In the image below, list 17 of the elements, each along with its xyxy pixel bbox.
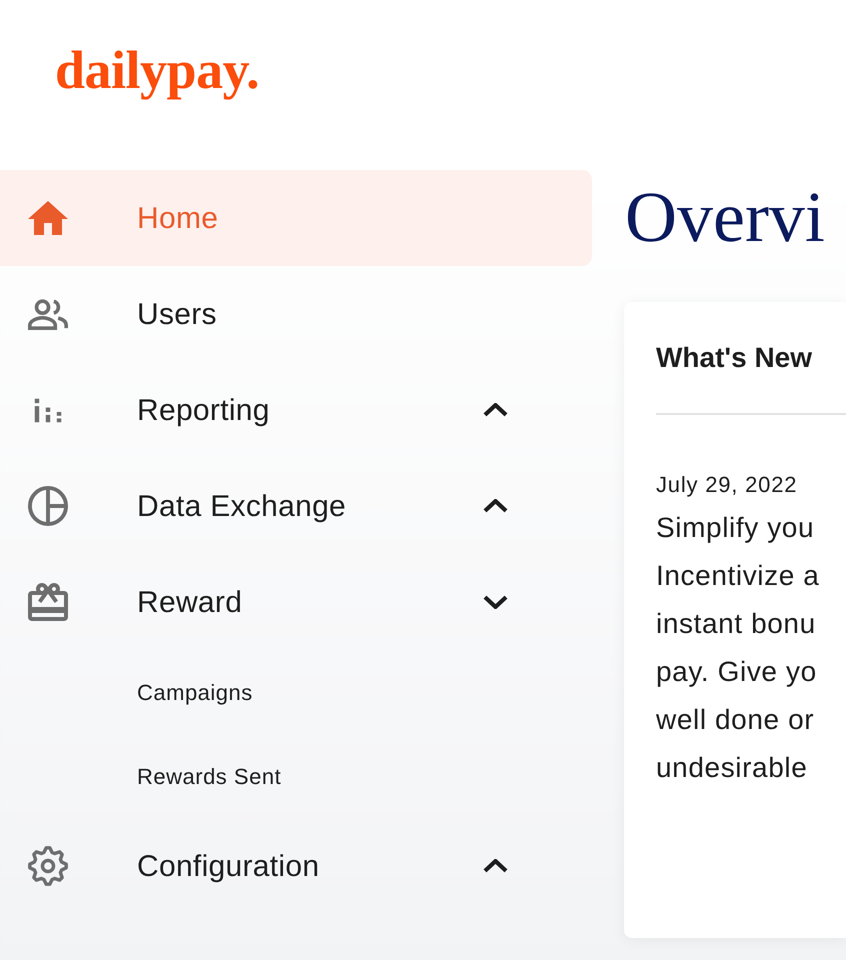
people-icon [28,298,68,330]
bar-chart-icon [34,398,62,422]
card-title: What's New [656,341,812,375]
sidebar-item[interactable]: Reward [0,554,592,650]
sidebar-item[interactable]: Reporting [0,362,592,458]
sidebar-item[interactable]: Configuration [0,818,592,914]
news-text: Simplify you Incentivize a instant bonu pay. Give yo well done or undesirable [656,511,820,785]
sidebar-item[interactable]: Users [0,266,592,362]
home-icon [28,201,68,235]
page-title: Overvi [625,176,826,259]
news-date: July 29, 2022 [656,471,798,499]
settings-icon [28,846,68,886]
sidebar-item[interactable]: Data Exchange [0,458,592,554]
gift-card-icon [28,583,68,621]
submenu-item[interactable]: Campaigns [0,650,592,734]
pie-chart-icon [28,486,68,526]
submenu-item[interactable]: Rewards Sent [0,734,592,818]
